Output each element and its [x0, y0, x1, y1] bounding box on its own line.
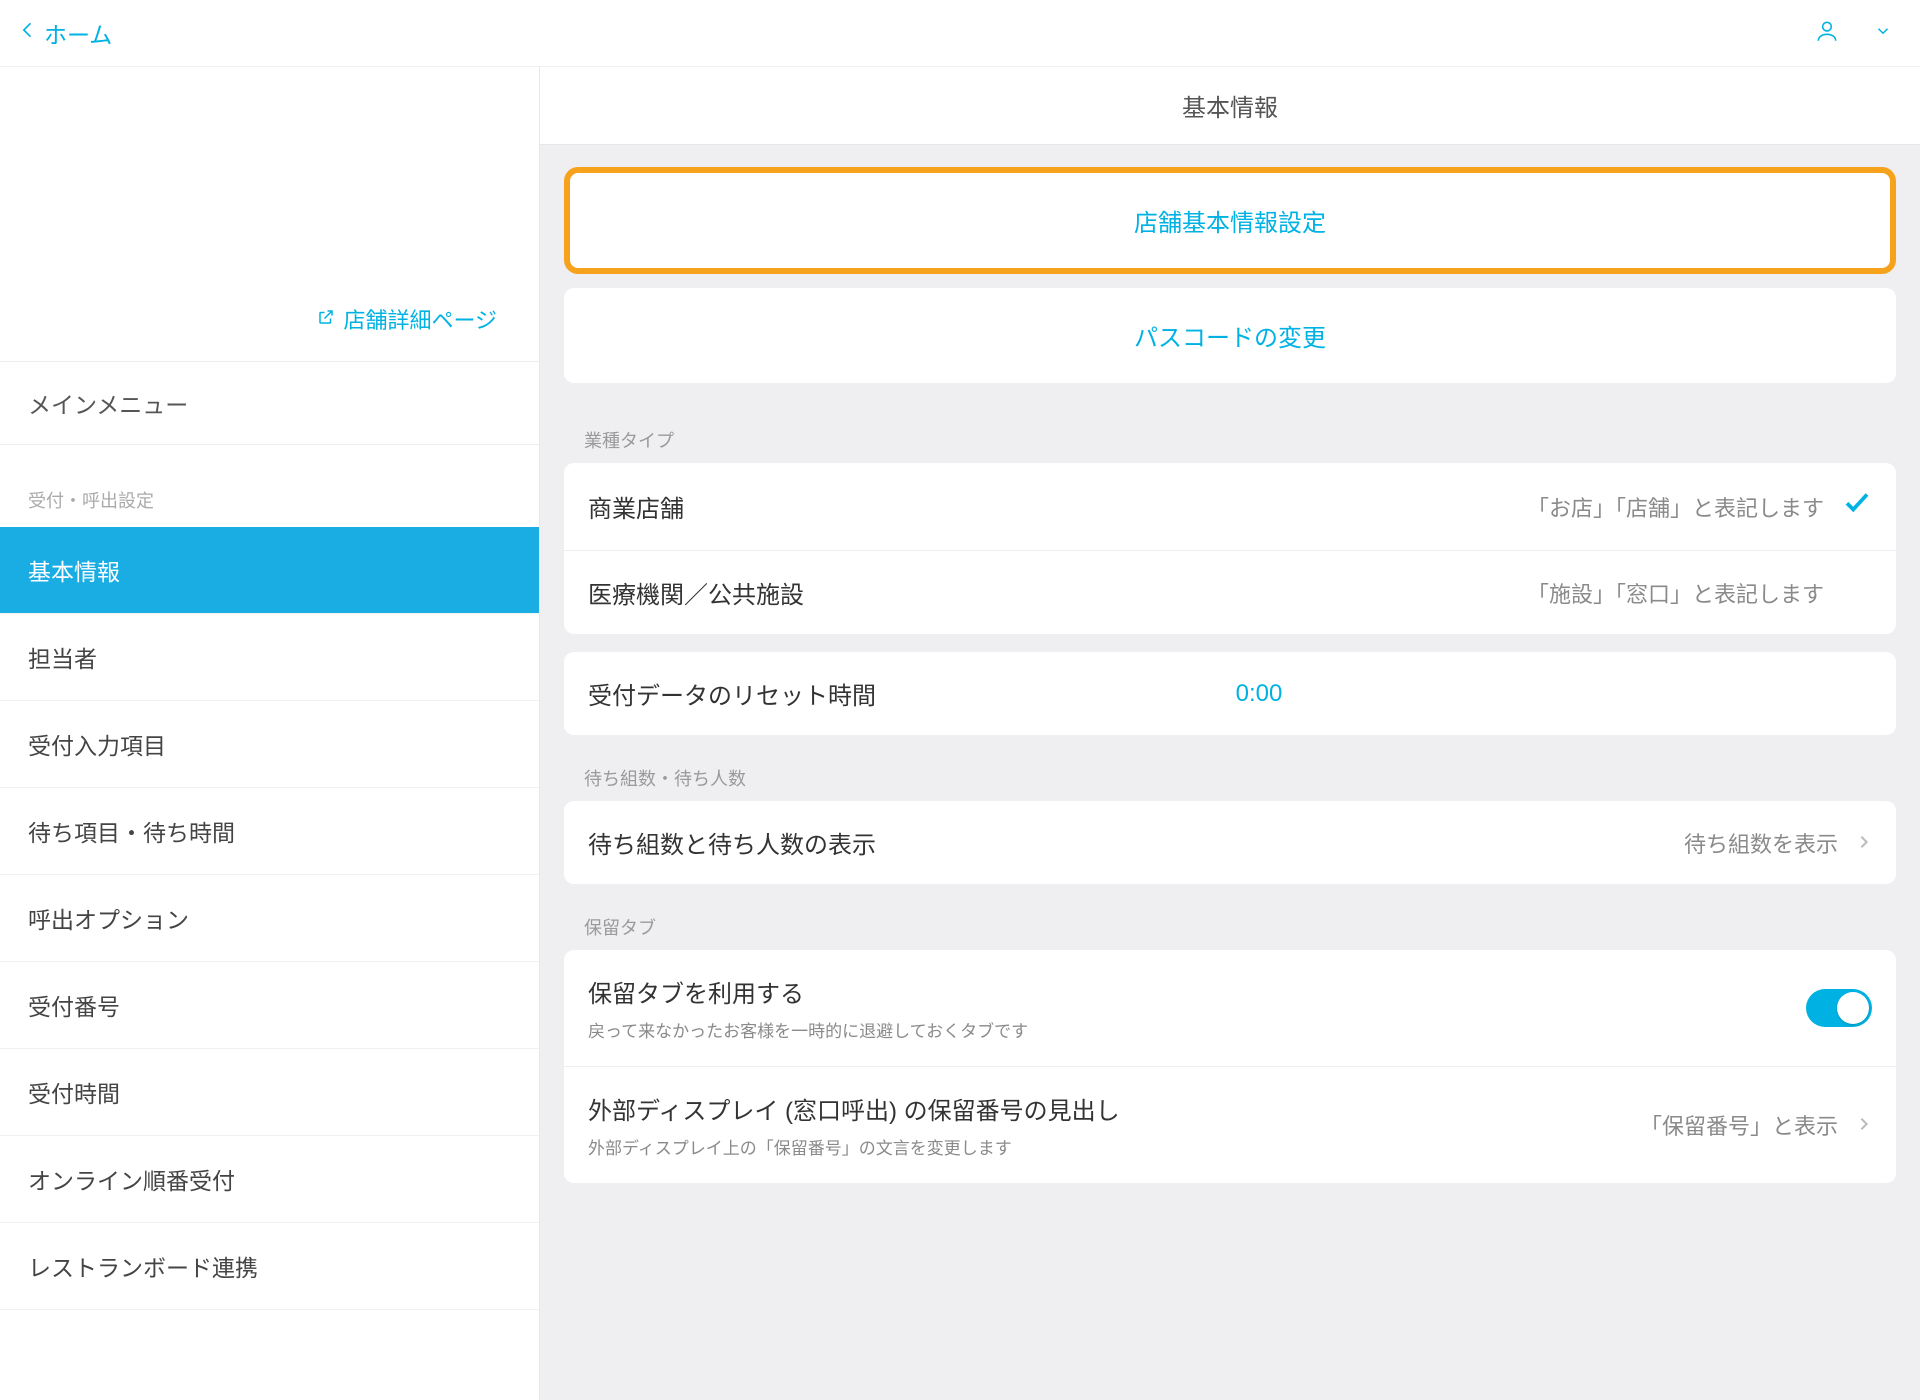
wait-display-value: 待ち組数を表示 — [1684, 827, 1838, 859]
card-shop-settings-label: 店舗基本情報設定 — [1134, 210, 1326, 237]
sidebar-item-wait-items[interactable]: 待ち項目・待ち時間 — [0, 788, 539, 875]
hold-enable-toggle[interactable] — [1806, 989, 1872, 1027]
hold-label: 保留タブ — [564, 884, 1896, 950]
chevron-right-icon — [1856, 1112, 1872, 1138]
topbar-right — [1814, 18, 1892, 49]
hold-enable-row[interactable]: 保留タブを利用する 戻って来なかったお客様を一時的に退避しておくタブです — [564, 950, 1896, 1067]
sidebar-item-reception-number[interactable]: 受付番号 — [0, 962, 539, 1049]
sidebar-item-basic-info[interactable]: 基本情報 — [0, 527, 539, 614]
chevron-right-icon — [1856, 830, 1872, 856]
external-link-icon — [317, 306, 335, 332]
reset-time-value: 0:00 — [1236, 680, 1283, 708]
body-wrap: 店舗詳細ページ メインメニュー 受付・呼出設定 基本情報 担当者 受付入力項目 … — [0, 67, 1920, 1400]
toggle-knob — [1837, 992, 1869, 1024]
reset-time-label: 受付データのリセット時間 — [588, 676, 876, 711]
hold-heading-value: 「保留番号」と表示 — [1640, 1109, 1838, 1141]
biz-type-commercial-desc: 「お店」「店舗」と表記します — [1527, 491, 1824, 523]
back-home-link[interactable]: ホーム — [18, 15, 112, 51]
sidebar-item-restaurant-board[interactable]: レストランボード連携 — [0, 1223, 539, 1310]
card-passcode-label: パスコードの変更 — [1134, 325, 1326, 352]
hold-enable-sub: 戻って来なかったお客様を一時的に退避しておくタブです — [588, 1017, 1806, 1042]
biz-type-group: 商業店舗 「お店」「店舗」と表記します 医療機関／公共施設 「施設」「窓口」と — [564, 463, 1896, 634]
sidebar-item-input-items[interactable]: 受付入力項目 — [0, 701, 539, 788]
biz-type-commercial[interactable]: 商業店舗 「お店」「店舗」と表記します — [564, 463, 1896, 551]
user-icon[interactable] — [1814, 18, 1840, 49]
sidebar-item-call-options[interactable]: 呼出オプション — [0, 875, 539, 962]
biz-type-label: 業種タイプ — [564, 397, 1896, 463]
page-title: 基本情報 — [540, 67, 1920, 145]
wait-label: 待ち組数・待ち人数 — [564, 735, 1896, 801]
reset-time-row[interactable]: 受付データのリセット時間 0:00 — [564, 652, 1896, 735]
sidebar-item-reception-time[interactable]: 受付時間 — [0, 1049, 539, 1136]
biz-type-medical-desc: 「施設」「窓口」と表記します — [1527, 577, 1824, 609]
wait-display-title: 待ち組数と待ち人数の表示 — [588, 825, 1684, 860]
hold-group: 保留タブを利用する 戻って来なかったお客様を一時的に退避しておくタブです 外部デ… — [564, 950, 1896, 1183]
wait-group: 待ち組数と待ち人数の表示 待ち組数を表示 — [564, 801, 1896, 884]
sidebar: 店舗詳細ページ メインメニュー 受付・呼出設定 基本情報 担当者 受付入力項目 … — [0, 67, 540, 1400]
topbar: ホーム — [0, 0, 1920, 67]
card-shop-settings[interactable]: 店舗基本情報設定 — [564, 167, 1896, 274]
reset-time-group: 受付データのリセット時間 0:00 — [564, 652, 1896, 735]
shop-detail-link[interactable]: 店舗詳細ページ — [317, 303, 497, 335]
chevron-left-icon — [18, 15, 38, 51]
hold-heading-row[interactable]: 外部ディスプレイ (窓口呼出) の保留番号の見出し 外部ディスプレイ上の「保留番… — [564, 1067, 1896, 1183]
hold-heading-title: 外部ディスプレイ (窓口呼出) の保留番号の見出し — [588, 1091, 1640, 1126]
hold-enable-title: 保留タブを利用する — [588, 974, 1806, 1009]
main-panel: 基本情報 店舗基本情報設定 パスコードの変更 業種タイプ 商業店舗 「お店」「店… — [540, 67, 1920, 1400]
biz-type-commercial-title: 商業店舗 — [588, 489, 1527, 524]
content-area: 店舗基本情報設定 パスコードの変更 業種タイプ 商業店舗 「お店」「店舗」と表記… — [540, 145, 1920, 1243]
shop-block: 店舗詳細ページ — [0, 67, 539, 362]
sidebar-item-online-order[interactable]: オンライン順番受付 — [0, 1136, 539, 1223]
shop-link-label: 店舗詳細ページ — [343, 303, 497, 335]
chevron-down-icon[interactable] — [1874, 22, 1892, 45]
wait-display-row[interactable]: 待ち組数と待ち人数の表示 待ち組数を表示 — [564, 801, 1896, 884]
sidebar-section-label: 受付・呼出設定 — [0, 445, 539, 527]
sidebar-item-staff[interactable]: 担当者 — [0, 614, 539, 701]
hold-heading-sub: 外部ディスプレイ上の「保留番号」の文言を変更します — [588, 1134, 1640, 1159]
main-menu-header[interactable]: メインメニュー — [0, 362, 539, 445]
biz-type-medical-title: 医療機関／公共施設 — [588, 575, 1527, 610]
home-label: ホーム — [44, 16, 112, 50]
check-icon — [1842, 487, 1872, 526]
card-passcode-change[interactable]: パスコードの変更 — [564, 288, 1896, 383]
spacer — [564, 634, 1896, 652]
biz-type-medical[interactable]: 医療機関／公共施設 「施設」「窓口」と表記します — [564, 551, 1896, 634]
sidebar-menu: 基本情報 担当者 受付入力項目 待ち項目・待ち時間 呼出オプション 受付番号 受… — [0, 527, 539, 1310]
